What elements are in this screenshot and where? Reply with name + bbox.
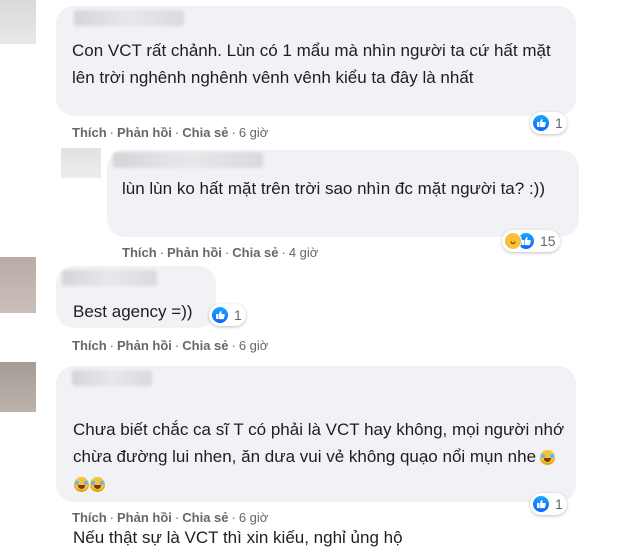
comment-actions: Thích · Phản hồi · Chia sẻ · 6 giờ xyxy=(72,125,269,140)
comment-text: Best agency =)) xyxy=(73,302,193,321)
comment-bubble: Chưa biết chắc ca sĩ T có phải là VCT ha… xyxy=(56,366,576,547)
like-icon xyxy=(532,114,550,132)
comment-bubble: Best agency =)) xyxy=(56,266,216,328)
avatar[interactable] xyxy=(61,148,101,178)
timestamp[interactable]: 6 giờ xyxy=(239,125,269,140)
reaction-summary[interactable]: ᴗ 15 xyxy=(502,230,560,252)
like-link[interactable]: Thích xyxy=(122,245,157,260)
comment-actions: Thích · Phản hồi · Chia sẻ · 4 giờ xyxy=(122,245,319,260)
like-link[interactable]: Thích xyxy=(72,125,107,140)
rofl-emoji xyxy=(540,450,556,466)
comment-text: lùn lùn ko hất mặt trên trời sao nhìn đc… xyxy=(122,179,545,198)
reaction-summary[interactable]: 1 xyxy=(530,493,567,515)
share-link[interactable]: Chia sẻ xyxy=(182,338,228,353)
comment-bubble: Con VCT rất chảnh. Lùn có 1 mẩu mà nhìn … xyxy=(56,6,576,116)
like-icon xyxy=(532,495,550,513)
timestamp[interactable]: 4 giờ xyxy=(289,245,319,260)
reply-link[interactable]: Phản hồi xyxy=(117,510,172,525)
reaction-summary[interactable]: 1 xyxy=(530,112,567,134)
comment-bubble: lùn lùn ko hất mặt trên trời sao nhìn đc… xyxy=(107,150,579,237)
like-link[interactable]: Thích xyxy=(72,510,107,525)
share-link[interactable]: Chia sẻ xyxy=(182,510,228,525)
avatar[interactable] xyxy=(0,362,36,412)
timestamp[interactable]: 6 giờ xyxy=(239,338,269,353)
reaction-count: 1 xyxy=(555,115,563,131)
like-link[interactable]: Thích xyxy=(72,338,107,353)
reply-link[interactable]: Phản hồi xyxy=(117,338,172,353)
reaction-count: 1 xyxy=(555,496,563,512)
commenter-name[interactable] xyxy=(72,370,152,386)
rofl-emoji xyxy=(90,477,105,493)
comment-actions: Thích · Phản hồi · Chia sẻ · 6 giờ xyxy=(72,510,269,525)
reaction-count: 1 xyxy=(234,307,242,323)
rofl-emoji xyxy=(74,477,89,493)
commenter-name[interactable] xyxy=(74,10,184,26)
reaction-count: 15 xyxy=(540,233,556,249)
commenter-name[interactable] xyxy=(62,270,157,286)
commenter-name[interactable] xyxy=(113,152,263,168)
haha-icon: ᴗ xyxy=(504,232,522,250)
timestamp[interactable]: 6 giờ xyxy=(239,510,269,525)
comment-text: Chưa biết chắc ca sĩ T có phải là VCT ha… xyxy=(73,420,565,547)
share-link[interactable]: Chia sẻ xyxy=(182,125,228,140)
reply-link[interactable]: Phản hồi xyxy=(117,125,172,140)
avatar[interactable] xyxy=(0,0,36,44)
reply-link[interactable]: Phản hồi xyxy=(167,245,222,260)
like-icon xyxy=(211,306,229,324)
comment-actions: Thích · Phản hồi · Chia sẻ · 6 giờ xyxy=(72,338,269,353)
avatar[interactable] xyxy=(0,257,36,313)
reaction-summary[interactable]: 1 xyxy=(209,304,246,326)
comment-text: Con VCT rất chảnh. Lùn có 1 mẩu mà nhìn … xyxy=(72,41,551,87)
share-link[interactable]: Chia sẻ xyxy=(232,245,278,260)
